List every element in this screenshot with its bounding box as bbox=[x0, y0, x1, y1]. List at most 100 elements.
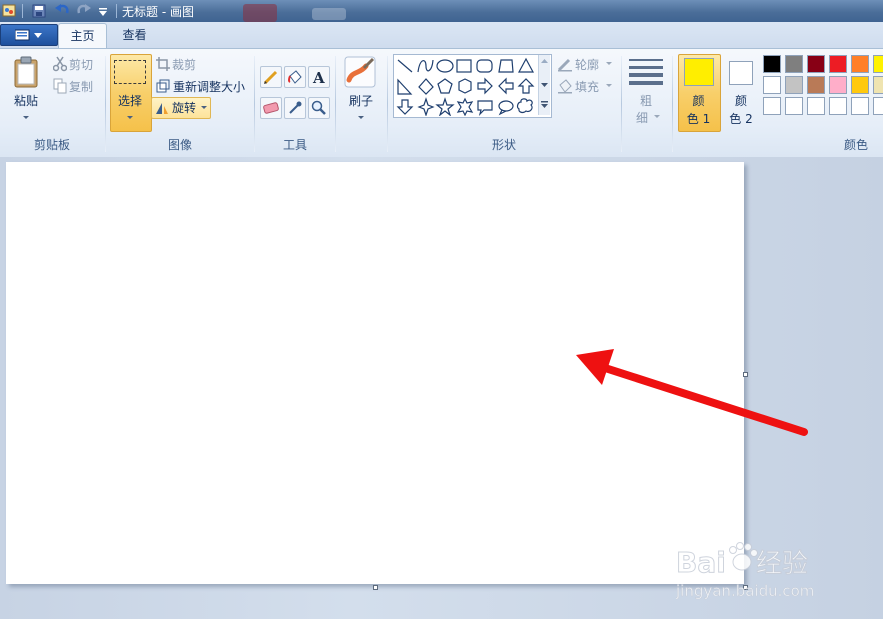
select-dropdown-icon bbox=[127, 116, 133, 119]
canvas-resize-handle-bottom[interactable] bbox=[373, 585, 378, 590]
palette-swatch[interactable] bbox=[785, 76, 803, 94]
window-background-blur bbox=[312, 8, 346, 20]
fill-bucket-icon bbox=[558, 79, 572, 94]
fill-button[interactable]: 填充 bbox=[556, 77, 614, 95]
outline-button[interactable]: 轮廓 bbox=[556, 55, 614, 73]
crop-label: 裁剪 bbox=[172, 58, 197, 72]
colors-group-label: 颜色 bbox=[843, 138, 868, 152]
rotate-icon bbox=[156, 103, 168, 114]
resize-button[interactable]: 重新调整大小 bbox=[154, 77, 250, 95]
rotate-label: 旋转 bbox=[172, 101, 197, 115]
magnifier-tool[interactable] bbox=[308, 97, 330, 119]
selection-rectangle-icon bbox=[114, 60, 146, 84]
window-background-blur bbox=[243, 4, 277, 22]
palette-swatch[interactable] bbox=[851, 76, 869, 94]
brushes-label: 刷子 bbox=[348, 94, 373, 108]
palette-swatch[interactable] bbox=[807, 97, 825, 115]
paste-icon bbox=[14, 56, 38, 88]
cut-label: 剪切 bbox=[69, 58, 94, 72]
redo-icon[interactable] bbox=[76, 3, 92, 18]
size-button[interactable]: 粗 细 bbox=[626, 54, 666, 130]
gallery-expand-icon bbox=[541, 101, 548, 108]
palette-swatch[interactable] bbox=[851, 55, 869, 73]
brushes-button[interactable]: 刷子 bbox=[340, 54, 382, 130]
shapes-gallery[interactable] bbox=[393, 54, 552, 118]
group-separator bbox=[621, 56, 622, 152]
pencil-tool[interactable] bbox=[260, 66, 282, 88]
eyedropper-icon bbox=[289, 101, 302, 114]
clipboard-group-label: 剪贴板 bbox=[33, 138, 70, 152]
svg-text:A: A bbox=[312, 69, 325, 86]
text-a-icon: A bbox=[312, 69, 325, 86]
resize-icon bbox=[156, 79, 170, 93]
palette-swatch[interactable] bbox=[785, 97, 803, 115]
palette-swatch[interactable] bbox=[763, 76, 781, 94]
magnifier-icon bbox=[311, 100, 326, 115]
color-picker-tool[interactable] bbox=[284, 97, 306, 119]
palette-swatch[interactable] bbox=[873, 55, 883, 73]
svg-text:经验: 经验 bbox=[756, 549, 808, 579]
brush-icon bbox=[344, 56, 376, 88]
color1-swatch bbox=[684, 58, 714, 86]
title-bar: 无标题 - 画图 bbox=[0, 0, 883, 22]
tools-group-label: 工具 bbox=[282, 138, 307, 152]
size-label-line1: 粗 bbox=[639, 94, 652, 108]
save-icon[interactable] bbox=[32, 4, 46, 18]
palette-swatch[interactable] bbox=[829, 76, 847, 94]
color-palette bbox=[763, 55, 883, 119]
color2-label-line1: 颜 bbox=[734, 94, 747, 108]
palette-swatch[interactable] bbox=[785, 55, 803, 73]
paint-menu-button[interactable] bbox=[0, 24, 58, 46]
shapes-icons bbox=[396, 57, 535, 116]
shapes-gallery-scrollbar[interactable] bbox=[538, 55, 550, 115]
copy-button[interactable]: 复制 bbox=[51, 77, 99, 95]
fill-dropdown-icon bbox=[606, 84, 612, 87]
customize-quick-access-icon[interactable] bbox=[98, 6, 108, 16]
paint-app-icon[interactable] bbox=[2, 3, 16, 18]
copy-label: 复制 bbox=[69, 80, 94, 94]
undo-icon[interactable] bbox=[54, 3, 70, 18]
image-group-label: 图像 bbox=[167, 138, 192, 152]
color2-label-line2: 色 2 bbox=[729, 112, 753, 126]
paste-button[interactable]: 粘贴 bbox=[6, 54, 46, 130]
cut-button[interactable]: 剪切 bbox=[51, 55, 99, 73]
color1-label-line1: 颜 bbox=[692, 94, 705, 108]
rotate-button[interactable]: 旋转 bbox=[151, 97, 211, 119]
brushes-dropdown-icon bbox=[358, 116, 364, 119]
text-tool[interactable]: A bbox=[308, 66, 330, 88]
baidu-jingyan-watermark: Bai 经验 jingyan.baidu.com bbox=[675, 540, 876, 602]
tab-view[interactable]: 查看 bbox=[112, 23, 157, 48]
group-separator bbox=[254, 56, 255, 152]
size-dropdown-icon bbox=[654, 115, 660, 118]
palette-swatch[interactable] bbox=[829, 55, 847, 73]
fill-tool[interactable] bbox=[284, 66, 306, 88]
group-separator bbox=[335, 56, 336, 152]
crop-icon bbox=[156, 57, 170, 71]
palette-swatch[interactable] bbox=[807, 76, 825, 94]
window-title: 无标题 - 画图 bbox=[122, 5, 194, 19]
tab-home[interactable]: 主页 bbox=[58, 23, 107, 49]
eraser-tool[interactable] bbox=[260, 97, 282, 119]
palette-swatch[interactable] bbox=[763, 55, 781, 73]
outline-label: 轮廓 bbox=[575, 58, 600, 72]
outline-pencil-icon bbox=[557, 58, 572, 72]
gallery-scroll-up-icon bbox=[541, 59, 548, 63]
paint-bucket-icon bbox=[288, 70, 302, 84]
color2-button[interactable]: 颜 色 2 bbox=[722, 54, 760, 130]
palette-swatch[interactable] bbox=[873, 97, 883, 115]
fill-label: 填充 bbox=[575, 80, 600, 94]
palette-swatch[interactable] bbox=[873, 76, 883, 94]
scissors-icon bbox=[53, 56, 67, 72]
copy-icon bbox=[53, 78, 67, 94]
palette-swatch[interactable] bbox=[851, 97, 869, 115]
palette-swatch[interactable] bbox=[829, 97, 847, 115]
gallery-scroll-down-icon bbox=[541, 83, 548, 87]
palette-swatch[interactable] bbox=[807, 55, 825, 73]
shapes-group-label: 形状 bbox=[491, 138, 516, 152]
title-separator bbox=[116, 4, 117, 18]
crop-button[interactable]: 裁剪 bbox=[154, 55, 214, 73]
svg-text:Bai: Bai bbox=[676, 546, 726, 579]
rotate-dropdown-icon bbox=[201, 106, 207, 109]
palette-swatch[interactable] bbox=[763, 97, 781, 115]
paste-dropdown-icon bbox=[23, 116, 29, 119]
